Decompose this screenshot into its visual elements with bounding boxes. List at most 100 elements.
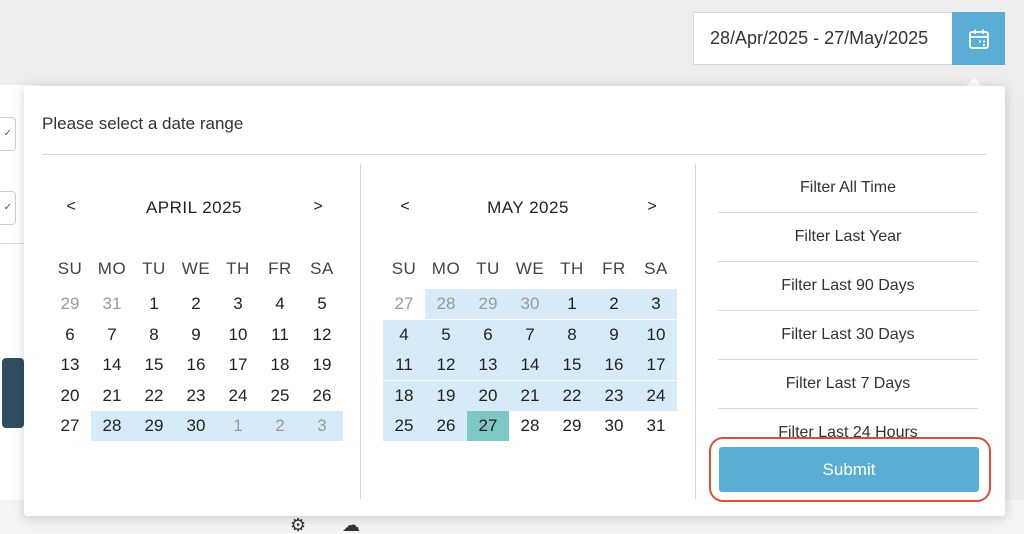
calendar-day[interactable]: 18 <box>383 380 425 411</box>
calendar-day[interactable]: 7 <box>91 320 133 350</box>
calendar-day[interactable]: 28 <box>425 289 467 319</box>
weekday-label: FR <box>268 259 292 278</box>
calendar-day[interactable]: 9 <box>593 319 635 350</box>
calendar-day[interactable]: 29 <box>467 289 509 319</box>
calendar-day[interactable]: 26 <box>425 411 467 441</box>
calendar-day[interactable]: 17 <box>635 350 677 380</box>
calendar-day[interactable]: 14 <box>509 350 551 380</box>
calendar-day[interactable]: 1 <box>551 289 593 319</box>
background-select: ✓ <box>0 117 16 151</box>
calendar-day[interactable]: 3 <box>635 289 677 319</box>
weekday-label: SU <box>57 259 83 278</box>
calendar-day[interactable]: 20 <box>49 381 91 411</box>
calendar-day[interactable]: 28 <box>509 411 551 441</box>
calendar-day[interactable]: 14 <box>91 350 133 380</box>
weekday-label: TU <box>142 259 166 278</box>
calendar-day[interactable]: 24 <box>635 380 677 411</box>
filter-last-year[interactable]: Filter Last Year <box>718 213 978 262</box>
filter-last-90-days[interactable]: Filter Last 90 Days <box>718 262 978 311</box>
next-month-button[interactable]: > <box>642 198 662 216</box>
calendar-day[interactable]: 19 <box>301 350 343 380</box>
calendar-day[interactable]: 13 <box>49 350 91 380</box>
weekday-label: SU <box>391 259 417 278</box>
date-range-input[interactable]: 28/Apr/2025 - 27/May/2025 <box>693 12 953 65</box>
filter-all-time[interactable]: Filter All Time <box>718 164 978 213</box>
title-divider <box>42 154 986 155</box>
calendar-day[interactable]: 16 <box>175 350 217 380</box>
filter-last-7-days[interactable]: Filter Last 7 Days <box>718 360 978 409</box>
calendar-day[interactable]: 24 <box>217 381 259 411</box>
weekday-label: TH <box>226 259 250 278</box>
calendar-day[interactable]: 27 <box>383 289 425 319</box>
calendar-day[interactable]: 20 <box>467 380 509 411</box>
calendar-day[interactable]: 19 <box>425 380 467 411</box>
submit-highlight: Submit <box>709 437 991 502</box>
gear-icon: ⚙ <box>290 515 307 534</box>
calendar-day[interactable]: 4 <box>383 319 425 350</box>
calendar-day[interactable]: 10 <box>635 319 677 350</box>
weekday-label: MO <box>431 259 461 278</box>
calendar-day[interactable]: 5 <box>425 319 467 350</box>
calendar-day[interactable]: 21 <box>91 381 133 411</box>
weekday-label: TH <box>560 259 584 278</box>
calendar-day[interactable]: 26 <box>301 381 343 411</box>
calendar-day[interactable]: 2 <box>259 411 301 441</box>
calendar-day[interactable]: 23 <box>593 380 635 411</box>
calendar-day[interactable]: 10 <box>217 320 259 350</box>
calendar-day[interactable]: 7 <box>509 319 551 350</box>
cloud-download-icon: ☁ <box>342 515 360 534</box>
calendar-day[interactable]: 8 <box>133 320 175 350</box>
calendar-day[interactable]: 29 <box>49 289 91 319</box>
calendar-day[interactable]: 3 <box>217 289 259 319</box>
calendar-day[interactable]: 5 <box>301 289 343 319</box>
submit-button[interactable]: Submit <box>719 447 979 492</box>
calendar-day[interactable]: 8 <box>551 319 593 350</box>
calendar-divider <box>695 164 696 499</box>
calendar-day[interactable]: 30 <box>593 411 635 441</box>
weekday-label: TU <box>476 259 500 278</box>
calendar-day[interactable]: 6 <box>467 319 509 350</box>
calendar-day[interactable]: 2 <box>593 289 635 319</box>
weekday-label: WE <box>181 259 211 278</box>
next-month-button[interactable]: > <box>308 198 328 216</box>
calendar-day[interactable]: 4 <box>259 289 301 319</box>
calendar-day[interactable]: 30 <box>509 289 551 319</box>
calendar-day[interactable]: 9 <box>175 320 217 350</box>
calendar-icon <box>968 29 989 49</box>
calendar-day[interactable]: 27 <box>467 411 509 441</box>
calendar-day[interactable]: 15 <box>133 350 175 380</box>
calendar-day[interactable]: 28 <box>91 411 133 441</box>
calendar-day[interactable]: 12 <box>425 350 467 380</box>
calendar-day[interactable]: 11 <box>259 320 301 350</box>
calendar-button[interactable] <box>952 12 1005 65</box>
calendar-day[interactable]: 17 <box>217 350 259 380</box>
calendar-day[interactable]: 22 <box>133 381 175 411</box>
calendar-day[interactable]: 1 <box>133 289 175 319</box>
calendar-day[interactable]: 18 <box>259 350 301 380</box>
calendar-may: < MAY 2025 > SU MO TU WE TH FR SA 27 28 29 30 1 2 3 4 5… <box>383 186 677 441</box>
calendar-day[interactable]: 1 <box>217 411 259 441</box>
calendar-day[interactable]: 22 <box>551 380 593 411</box>
calendar-day[interactable]: 13 <box>467 350 509 380</box>
calendar-day[interactable]: 27 <box>49 411 91 441</box>
calendar-day[interactable]: 21 <box>509 380 551 411</box>
calendar-day[interactable]: 2 <box>175 289 217 319</box>
weekday-label: FR <box>602 259 626 278</box>
calendar-day[interactable]: 15 <box>551 350 593 380</box>
calendar-day[interactable]: 31 <box>635 411 677 441</box>
calendar-day[interactable]: 11 <box>383 350 425 380</box>
calendar-day[interactable]: 25 <box>259 381 301 411</box>
weekday-label: SA <box>310 259 334 278</box>
calendar-day[interactable]: 29 <box>551 411 593 441</box>
calendar-day[interactable]: 12 <box>301 320 343 350</box>
calendar-day[interactable]: 29 <box>133 411 175 441</box>
calendar-day[interactable]: 3 <box>301 411 343 441</box>
calendar-day[interactable]: 6 <box>49 320 91 350</box>
calendar-day[interactable]: 30 <box>175 411 217 441</box>
calendar-day[interactable]: 31 <box>91 289 133 319</box>
calendar-day[interactable]: 23 <box>175 381 217 411</box>
popup-title: Please select a date range <box>42 114 244 133</box>
calendar-day[interactable]: 25 <box>383 411 425 441</box>
filter-last-30-days[interactable]: Filter Last 30 Days <box>718 311 978 360</box>
calendar-day[interactable]: 16 <box>593 350 635 380</box>
